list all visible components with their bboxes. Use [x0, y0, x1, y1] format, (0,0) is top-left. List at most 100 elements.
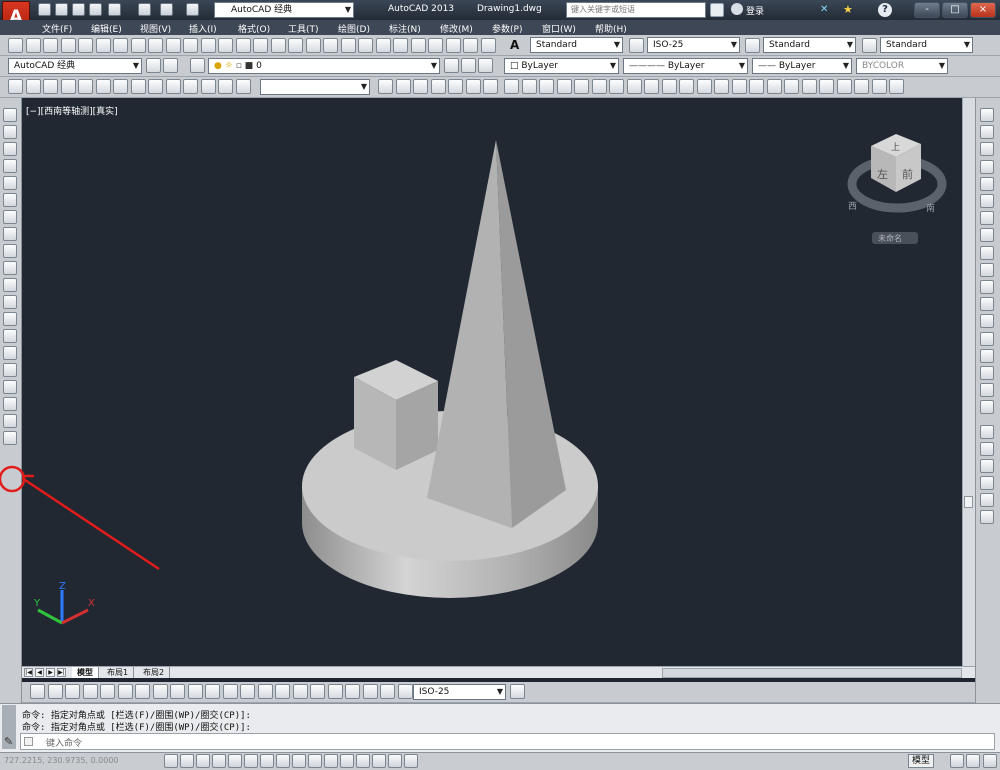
row3-tool-icon[interactable] [148, 79, 163, 94]
layer-previous-icon[interactable] [461, 58, 476, 73]
layer-states-icon[interactable] [478, 58, 493, 73]
row3-tool-icon[interactable] [378, 79, 393, 94]
row3-tool-icon[interactable] [696, 79, 712, 94]
polar-tracking-icon[interactable] [228, 754, 242, 768]
scale-icon[interactable] [980, 228, 994, 243]
extend-icon[interactable] [980, 280, 994, 294]
publish-icon[interactable] [95, 38, 111, 53]
plot-preview-icon[interactable] [78, 38, 93, 53]
infer-constraints-icon[interactable] [164, 754, 178, 768]
menu-draw[interactable]: 绘图(D) [338, 22, 370, 35]
table-style-icon[interactable] [745, 38, 760, 53]
row3-tool-icon[interactable] [784, 79, 799, 94]
open-icon[interactable] [25, 38, 41, 53]
menu-help[interactable]: 帮助(H) [595, 22, 627, 35]
help-icon[interactable]: ? [878, 3, 892, 17]
draw-order-back-icon[interactable] [980, 442, 994, 456]
redo-icon[interactable] [186, 3, 199, 16]
row3-tool-icon[interactable] [395, 79, 411, 94]
object-snap-icon[interactable] [244, 754, 258, 768]
mirror-icon[interactable] [980, 142, 994, 157]
row3-tool-icon[interactable] [679, 79, 694, 94]
row3-tool-icon[interactable] [78, 79, 93, 94]
gradient-icon[interactable] [3, 363, 17, 377]
paste-icon[interactable] [165, 38, 181, 53]
new-icon[interactable] [38, 3, 51, 16]
linetype-select[interactable]: ———— ByLayer ▼ [623, 58, 748, 74]
spline-icon[interactable] [3, 244, 17, 258]
row3-tool-icon[interactable] [448, 79, 463, 94]
row1-tool-icon[interactable] [480, 38, 496, 53]
row3-tool-icon[interactable] [25, 79, 41, 94]
help-icon[interactable] [428, 38, 443, 53]
layer-properties-icon[interactable] [190, 58, 205, 73]
row3-tool-icon[interactable] [836, 79, 852, 94]
row3-tool-icon[interactable] [556, 79, 572, 94]
print-icon[interactable] [138, 3, 151, 16]
polyline-icon[interactable] [3, 142, 17, 156]
workspace-select[interactable]: AutoCAD 经典 ▼ [8, 58, 142, 74]
exchange-icon[interactable]: ✕ [820, 4, 832, 16]
design-center-icon[interactable] [340, 38, 356, 53]
dim-tool-icon[interactable] [240, 684, 255, 699]
row3-tool-icon[interactable] [413, 79, 428, 94]
revision-cloud-icon[interactable] [3, 227, 17, 241]
dim-tool-icon[interactable] [310, 684, 325, 699]
row3-tool-icon[interactable] [644, 79, 659, 94]
search-input[interactable]: 键入关键字或短语 [566, 2, 706, 18]
annotation-scale-icon[interactable] [950, 754, 964, 768]
row3-tool-icon[interactable] [714, 79, 729, 94]
text-style-icon[interactable]: A [510, 38, 524, 52]
row3-tool-icon[interactable] [854, 79, 869, 94]
zoom-previous-icon[interactable] [305, 38, 321, 53]
markup-icon[interactable] [393, 38, 408, 53]
dim-tool-icon[interactable] [82, 684, 98, 699]
erase-icon[interactable] [980, 108, 994, 122]
row3-tool-icon[interactable] [521, 79, 537, 94]
add-selected-icon[interactable] [3, 431, 17, 445]
bring-text-front-icon[interactable] [980, 493, 994, 507]
dim-tool-icon[interactable] [362, 684, 378, 699]
row3-tool-icon[interactable] [130, 79, 146, 94]
dim-style-quick-select[interactable]: ISO-25 ▼ [413, 684, 506, 700]
ellipse-icon[interactable] [3, 261, 17, 275]
ortho-mode-icon[interactable] [212, 754, 226, 768]
row3-tool-icon[interactable] [465, 79, 481, 94]
dim-tool-icon[interactable] [222, 684, 238, 699]
dim-tool-icon[interactable] [345, 684, 360, 699]
dim-tool-icon[interactable] [152, 684, 168, 699]
vertical-scroll-thumb[interactable] [964, 496, 973, 508]
dim-tool-icon[interactable] [327, 684, 343, 699]
qnew-icon[interactable] [8, 38, 23, 53]
row3-tool-icon[interactable] [113, 79, 128, 94]
model-space-button[interactable]: 模型 [908, 754, 935, 768]
make-block-icon[interactable] [3, 312, 17, 326]
help-center-icon[interactable]: ★ [843, 3, 857, 17]
row3-tool-icon[interactable] [95, 79, 111, 94]
row1-tool-icon[interactable] [463, 38, 478, 53]
quickcalc-icon[interactable] [410, 38, 426, 53]
menu-modify[interactable]: 修改(M) [440, 22, 473, 35]
region-icon[interactable] [3, 380, 17, 394]
arc-icon[interactable] [3, 193, 17, 207]
command-input[interactable] [20, 733, 995, 750]
dim-style-select[interactable]: ISO-25 ▼ [647, 37, 740, 53]
table-icon[interactable] [3, 397, 17, 411]
cube-solid[interactable] [354, 360, 438, 470]
menu-format[interactable]: 格式(O) [238, 22, 270, 35]
search-icon[interactable] [710, 3, 724, 17]
plot-icon[interactable] [60, 38, 76, 53]
row1-tool-icon[interactable] [445, 38, 461, 53]
row3-tool-icon[interactable] [661, 79, 677, 94]
dim-tool-icon[interactable] [187, 684, 203, 699]
open-icon[interactable] [55, 3, 68, 16]
block-editor-icon[interactable] [200, 38, 216, 53]
named-view-select[interactable]: ▼ [260, 79, 370, 95]
dim-tool-icon[interactable] [205, 684, 220, 699]
snap-mode-icon[interactable] [180, 754, 194, 768]
dim-style-icon[interactable] [629, 38, 644, 53]
lock-icon[interactable] [163, 58, 178, 73]
trim-icon[interactable] [980, 262, 994, 277]
menu-insert[interactable]: 插入(I) [189, 22, 217, 35]
close-button[interactable]: × [970, 2, 996, 18]
